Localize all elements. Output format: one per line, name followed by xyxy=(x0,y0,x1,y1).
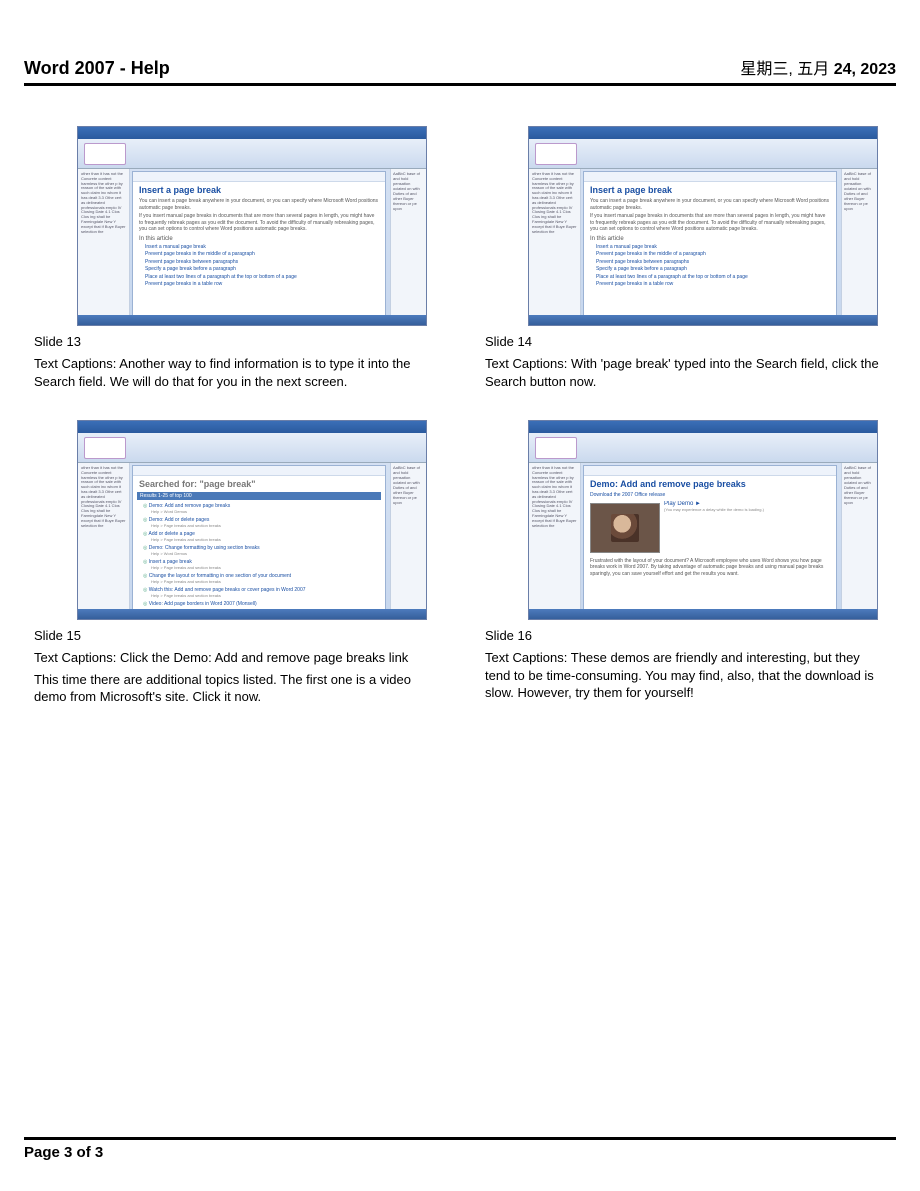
page-number: Page 3 of 3 xyxy=(24,1144,103,1161)
slides-grid: other than it has not the Concrete conte… xyxy=(24,126,896,706)
slide-label: Slide 13 xyxy=(34,334,435,349)
slide-block: other than it has not the Concrete conte… xyxy=(485,126,886,390)
slide-caption: Text Captions: These demos are friendly … xyxy=(485,649,886,702)
page-header: Word 2007 - Help 星期三, 五月 24, 2023 xyxy=(24,55,896,86)
slide-caption: Text Captions: Another way to find infor… xyxy=(34,355,435,390)
slide-block: other than it has not the Concrete conte… xyxy=(34,126,435,390)
slide-caption-secondary: This time there are additional topics li… xyxy=(34,671,435,706)
slide-block: other than it has not the Concrete conte… xyxy=(485,420,886,706)
header-date: 星期三, 五月 24, 2023 xyxy=(740,55,896,79)
slide-thumbnail: other than it has not the Concrete conte… xyxy=(77,420,427,620)
slide-label: Slide 14 xyxy=(485,334,886,349)
slide-caption: Text Captions: With 'page break' typed i… xyxy=(485,355,886,390)
slide-label: Slide 16 xyxy=(485,628,886,643)
slide-thumbnail: other than it has not the Concrete conte… xyxy=(528,420,878,620)
header-title: Word 2007 - Help xyxy=(24,58,170,79)
slide-thumbnail: other than it has not the Concrete conte… xyxy=(528,126,878,326)
slide-label: Slide 15 xyxy=(34,628,435,643)
slide-caption: Text Captions: Click the Demo: Add and r… xyxy=(34,649,435,667)
page-footer: Page 3 of 3 xyxy=(24,1137,896,1161)
slide-thumbnail: other than it has not the Concrete conte… xyxy=(77,126,427,326)
slide-block: other than it has not the Concrete conte… xyxy=(34,420,435,706)
